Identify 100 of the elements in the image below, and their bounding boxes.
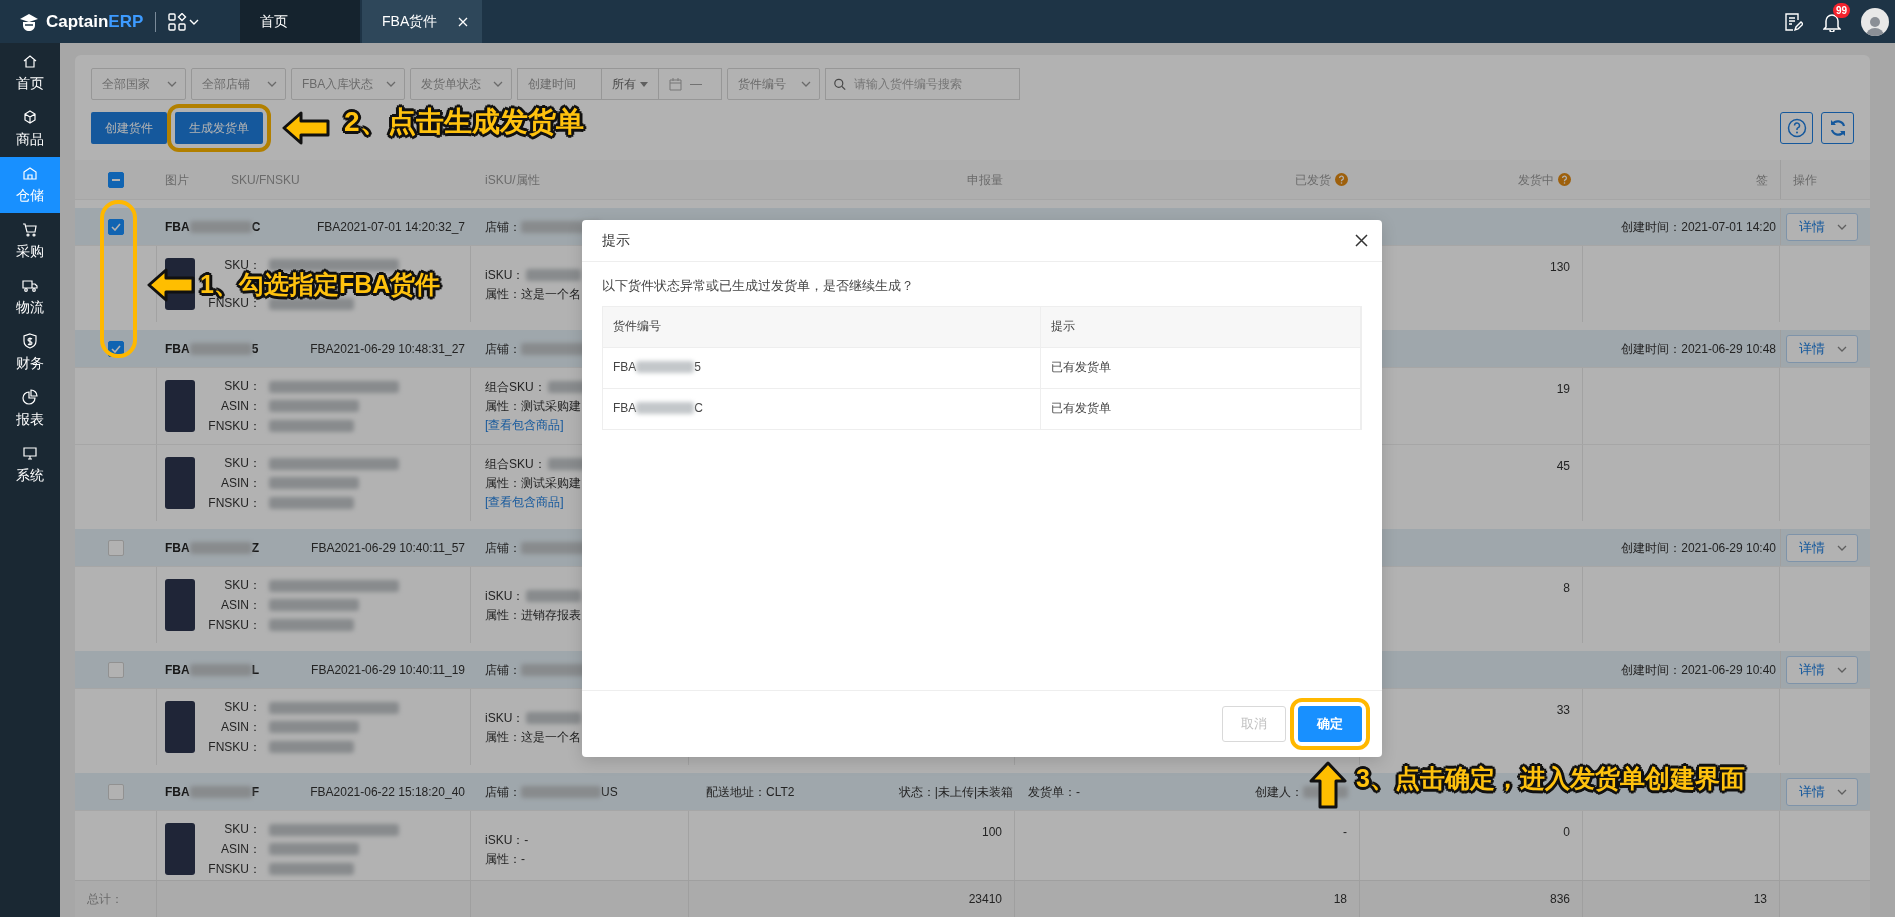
checkbox[interactable] bbox=[108, 661, 124, 678]
shipment-id: FBA Z bbox=[165, 539, 259, 557]
quantity: - bbox=[1343, 824, 1347, 841]
minus-icon bbox=[112, 178, 120, 181]
select-field[interactable]: 全部店铺 bbox=[191, 68, 286, 100]
column-header: 货件编号 bbox=[603, 306, 1041, 347]
notes-icon[interactable] bbox=[1783, 11, 1803, 32]
close-icon[interactable] bbox=[1355, 234, 1368, 247]
chevron-down-icon bbox=[1837, 788, 1847, 795]
totals-label: 总计： bbox=[87, 891, 123, 908]
address-text: 配送地址：CLT2 bbox=[706, 783, 795, 801]
photo-placeholder bbox=[165, 380, 195, 432]
shipment-id: FBA 5 bbox=[165, 340, 259, 358]
sidebar-item[interactable]: 系统 bbox=[0, 437, 60, 493]
checkbox[interactable] bbox=[108, 171, 124, 188]
invoice-text: 发货单：- bbox=[1028, 783, 1080, 801]
quantity: 45 bbox=[1556, 458, 1570, 475]
caret-icon bbox=[640, 81, 648, 87]
help-button[interactable] bbox=[1780, 112, 1813, 144]
sidebar-item[interactable]: 首页 bbox=[0, 45, 60, 101]
dialog-message: 以下货件状态异常或已生成过发货单，是否继续生成？ bbox=[602, 277, 915, 295]
redacted-value bbox=[526, 268, 582, 281]
field-label: SKU： bbox=[223, 258, 261, 271]
chevron-down-icon bbox=[1837, 345, 1847, 352]
sidebar-item[interactable]: 采购 bbox=[0, 213, 60, 269]
isku-label: iSKU： bbox=[485, 588, 525, 603]
details-dropdown[interactable]: 详情 bbox=[1786, 655, 1858, 684]
field-label: ASIN： bbox=[220, 400, 261, 412]
date-range-field[interactable]: — bbox=[658, 69, 721, 99]
select-field[interactable]: 发货单状态 bbox=[410, 68, 512, 100]
total-value: 13 bbox=[1753, 891, 1767, 908]
store-field: 店铺： US bbox=[485, 782, 618, 801]
chevron-down-icon bbox=[267, 81, 277, 87]
select-field[interactable]: 货件编号 bbox=[727, 68, 820, 100]
field-label: SKU： bbox=[223, 380, 261, 393]
avatar[interactable] bbox=[1861, 7, 1889, 36]
photo-placeholder bbox=[165, 457, 195, 509]
select-field[interactable]: 全部国家 bbox=[91, 68, 186, 100]
sidebar-item[interactable]: 财务 bbox=[0, 325, 60, 381]
created-time: 创建时间：2021-06-29 10:40 bbox=[1621, 539, 1776, 557]
action-button[interactable]: 创建货件 bbox=[91, 112, 167, 144]
sidebar-item[interactable]: 商品 bbox=[0, 101, 60, 157]
quantity: 19 bbox=[1556, 381, 1570, 398]
dialog-button[interactable]: 确定 bbox=[1298, 706, 1362, 742]
field-label: FNSKU： bbox=[207, 419, 261, 432]
field-label: FNSKU： bbox=[207, 862, 261, 875]
field-label: FNSKU： bbox=[207, 740, 261, 753]
shipment-name: FBA2021-06-29 10:40:11_19 bbox=[311, 661, 465, 679]
select-field[interactable]: FBA入库状态 bbox=[291, 68, 405, 100]
field-label: FNSKU： bbox=[207, 496, 261, 509]
details-dropdown[interactable]: 详情 bbox=[1786, 533, 1858, 562]
chevron-down-icon bbox=[167, 81, 177, 87]
notification-badge: 99 bbox=[1833, 2, 1851, 18]
field-label: ASIN： bbox=[220, 599, 261, 611]
date-label: 创建时间 bbox=[527, 76, 577, 93]
isku-text: iSKU：- bbox=[485, 832, 529, 847]
refresh-button[interactable] bbox=[1821, 112, 1854, 144]
tab[interactable]: 首页 bbox=[240, 0, 360, 43]
column-header: SKU/FNSKU bbox=[231, 171, 300, 189]
field-label: ASIN： bbox=[220, 843, 261, 855]
pie-chart-icon bbox=[22, 388, 38, 405]
field-label: ASIN： bbox=[220, 477, 261, 489]
shipment-name: FBA2021-06-29 10:48:31_27 bbox=[310, 340, 465, 358]
view-items-link[interactable]: [查看包含商品] bbox=[485, 418, 564, 432]
column-header: 操作 bbox=[1793, 171, 1817, 189]
sidebar-item[interactable]: 物流 bbox=[0, 269, 60, 325]
monitor-icon bbox=[22, 444, 38, 461]
field-label: SKU： bbox=[223, 579, 261, 592]
checkbox[interactable] bbox=[108, 539, 124, 556]
checkbox[interactable] bbox=[108, 218, 124, 235]
details-dropdown[interactable]: 详情 bbox=[1786, 334, 1858, 363]
attribute-text: 属性：这是一个名 bbox=[485, 729, 581, 744]
chevron-down-icon bbox=[386, 81, 396, 87]
table-cell: FBA 5 bbox=[603, 347, 1041, 388]
action-button[interactable]: 生成发货单 bbox=[175, 112, 263, 144]
shield-icon bbox=[22, 332, 38, 349]
attribute-text: 属性：进销存报表 bbox=[485, 607, 581, 622]
isku-label: 组合SKU： bbox=[485, 457, 546, 471]
range-dropdown[interactable]: 所有 bbox=[601, 69, 658, 99]
apps-menu-icon[interactable] bbox=[168, 12, 201, 31]
isku-label: iSKU： bbox=[485, 267, 525, 282]
details-dropdown[interactable]: 详情 bbox=[1786, 212, 1858, 241]
total-value: 18 bbox=[1333, 891, 1347, 908]
column-header: iSKU/属性 bbox=[485, 171, 540, 189]
details-dropdown[interactable]: 详情 bbox=[1786, 777, 1858, 806]
sidebar-item[interactable]: 报表 bbox=[0, 381, 60, 437]
sidebar-item[interactable]: 仓储 bbox=[0, 157, 60, 213]
view-items-link[interactable]: [查看包含商品] bbox=[485, 495, 564, 509]
checkbox[interactable] bbox=[108, 783, 124, 800]
table-cell: 已有发货单 bbox=[1041, 347, 1361, 388]
tab[interactable]: FBA货件 bbox=[362, 0, 482, 43]
help-icon bbox=[1335, 173, 1348, 186]
attribute-text: 属性：测试采购建 bbox=[485, 399, 581, 413]
quantity: 130 bbox=[1549, 259, 1570, 276]
photo-placeholder bbox=[165, 579, 195, 631]
column-header: 已发货 bbox=[1295, 170, 1348, 189]
column-header: 申报量 bbox=[967, 171, 1003, 189]
isku-label: iSKU： bbox=[485, 710, 525, 725]
annotation-text: 2、点击生成发货单 bbox=[344, 108, 584, 136]
shipment-id: FBA L bbox=[165, 661, 259, 679]
